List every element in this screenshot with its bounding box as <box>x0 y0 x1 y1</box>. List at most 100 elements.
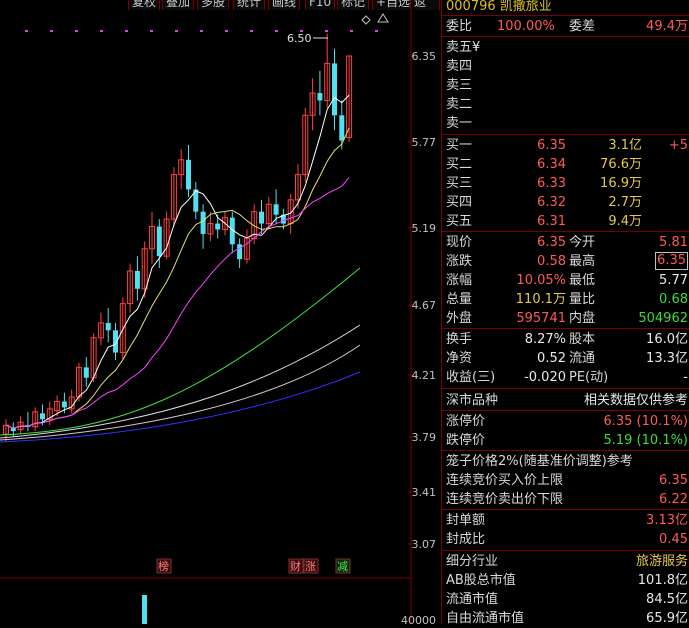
toolbar-button-7[interactable]: +自选 <box>372 0 415 10</box>
quote-value: 5.77 <box>659 273 688 288</box>
kline-svg[interactable]: 6.35 5.77 5.19 4.67 4.21 3.79 3.41 3.07 40000 6.5… <box>0 10 440 624</box>
candle-body-down <box>332 63 337 116</box>
bid-row: 买四 6.32 2.7万 <box>442 193 689 212</box>
cap-row: 自由流通市值 65.9亿 <box>442 609 689 628</box>
bid-price: 6.35 <box>537 138 566 153</box>
ask-row: 卖三 <box>442 76 689 95</box>
market-label: 深市品种 <box>446 393 499 408</box>
cage-label: 连续竞价卖出价下限 <box>446 492 564 507</box>
fund-label: PE(动) <box>569 370 609 385</box>
cage-title-row: 笼子价格2%(随基准价调整)参考 <box>442 452 689 471</box>
ma120-line <box>0 324 361 439</box>
toolbar-button-6[interactable]: 标记 <box>337 0 370 10</box>
event-tag-0: 榜 <box>158 559 169 573</box>
divider <box>442 550 689 551</box>
bid-label: 买二 <box>446 157 473 172</box>
toolbar-button-3[interactable]: 统计 <box>233 0 266 10</box>
fund-value: -0.020 <box>524 370 566 385</box>
fund-label: 换手 <box>446 332 473 347</box>
fund-row: 净资 0.52 流通 13.3亿 <box>442 349 689 368</box>
ask-label: 卖五 <box>446 40 473 55</box>
cage-title: 笼子价格2%(随基准价调整)参考 <box>446 454 633 469</box>
seal-label: 封成比 <box>446 532 486 547</box>
fund-value: - <box>683 370 688 385</box>
fund-value: 0.52 <box>537 351 566 366</box>
cap-label: AB股总市值 <box>446 573 516 588</box>
seal-value: 3.13亿 <box>646 513 688 528</box>
signal-marker <box>250 30 253 32</box>
toolbar-button-2[interactable]: 多股 <box>197 0 230 10</box>
signal-marker <box>225 30 228 32</box>
quote-panel: 000796 凯撒旅业 委比 100.00% 委差 49.4万 卖五 ¥ 卖四 卖三 卖二 卖一买… <box>441 0 689 626</box>
cap-label: 自由流通市值 <box>446 611 525 626</box>
toolbar-button-1[interactable]: 叠加 <box>162 0 195 10</box>
seal-value: 0.45 <box>659 532 688 547</box>
limit-value: 6.35 (10.1%) <box>603 414 688 429</box>
price-tick-label: 3.79 <box>412 431 437 444</box>
quote-label: 外盘 <box>446 311 473 326</box>
divider <box>442 15 689 16</box>
signal-marker <box>125 30 128 32</box>
industry-label: 细分行业 <box>446 554 499 569</box>
market-note: 相关数据仅供参考 <box>583 393 688 408</box>
candle-body-down <box>259 211 264 224</box>
event-tag-2: 涨 <box>305 560 316 573</box>
bid-extra: +5 <box>668 138 688 153</box>
seal-row: 封单额 3.13亿 <box>442 511 689 530</box>
ask-row: 卖一 <box>442 114 689 133</box>
toolbar-button-8[interactable]: 返回 <box>410 0 440 10</box>
divider <box>442 450 689 451</box>
cage-label: 连续竞价买入价上限 <box>446 473 564 488</box>
toolbar-button-0[interactable]: 复权 <box>128 0 161 10</box>
ask-row: 卖四 <box>442 57 689 76</box>
toolbar-button-5[interactable]: F10 <box>305 0 336 10</box>
fund-value: 8.27% <box>524 332 566 347</box>
fund-row: 换手 8.27% 股本 16.0亿 <box>442 330 689 349</box>
bid-row: 买二 6.34 76.6万 <box>442 155 689 174</box>
bid-price: 6.32 <box>537 195 566 210</box>
candle-body-down <box>186 159 191 190</box>
price-tick-label: 3.07 <box>412 538 437 551</box>
signal-marker <box>325 30 328 32</box>
quote-label: 涨幅 <box>446 273 473 288</box>
cap-row: 流通市值 84.5亿 <box>442 590 689 609</box>
quote-row: 总量 110.1万 量比 0.68 <box>442 290 689 309</box>
ask-price: ¥ <box>472 40 481 55</box>
quote-row: 现价 6.35 今开 5.81 <box>442 233 689 252</box>
quote-value: 6.35 <box>537 235 566 250</box>
quote-value: 10.05% <box>516 273 566 288</box>
bid-volume: 76.6万 <box>600 157 642 172</box>
cap-value: 65.9亿 <box>646 611 688 626</box>
signal-marker <box>275 30 278 32</box>
quote-label: 涨跌 <box>446 254 473 269</box>
ma5-line <box>5 94 350 429</box>
price-tick-label: 4.67 <box>412 299 437 312</box>
volume-bar <box>142 595 147 624</box>
signal-marker <box>25 30 28 32</box>
seal-label: 封单额 <box>446 513 486 528</box>
quote-row: 涨跌 0.58 最高 6.35 <box>442 252 689 271</box>
diamond-icon <box>361 15 371 25</box>
limit-label: 涨停价 <box>446 414 486 429</box>
market-row: 深市品种 相关数据仅供参考 <box>442 391 689 410</box>
toolbar-button-4[interactable]: 画线 <box>268 0 301 10</box>
weidiff-label: 委差 <box>569 19 596 34</box>
quote-label: 现价 <box>446 235 473 250</box>
cage-value: 6.35 <box>659 473 688 488</box>
weibi-value: 100.00% <box>497 19 555 34</box>
divider <box>442 410 689 411</box>
cap-value: 101.8亿 <box>637 573 688 588</box>
bid-row: 买三 6.33 16.9万 <box>442 174 689 193</box>
divider <box>442 134 689 135</box>
signal-marker <box>200 30 203 32</box>
kline-chart[interactable]: 6.35 5.77 5.19 4.67 4.21 3.79 3.41 3.07 40000 6.5… <box>0 10 440 624</box>
quote-value: 504962 <box>638 311 688 326</box>
bid-label: 买四 <box>446 195 473 210</box>
cap-value: 84.5亿 <box>646 592 688 607</box>
bid-volume: 2.7万 <box>608 195 642 210</box>
bid-volume: 3.1亿 <box>608 138 642 153</box>
bid-price: 6.31 <box>537 214 566 229</box>
quote-value: 0.58 <box>537 254 566 269</box>
bid-price: 6.34 <box>537 157 566 172</box>
price-tick-label: 4.21 <box>412 369 437 382</box>
